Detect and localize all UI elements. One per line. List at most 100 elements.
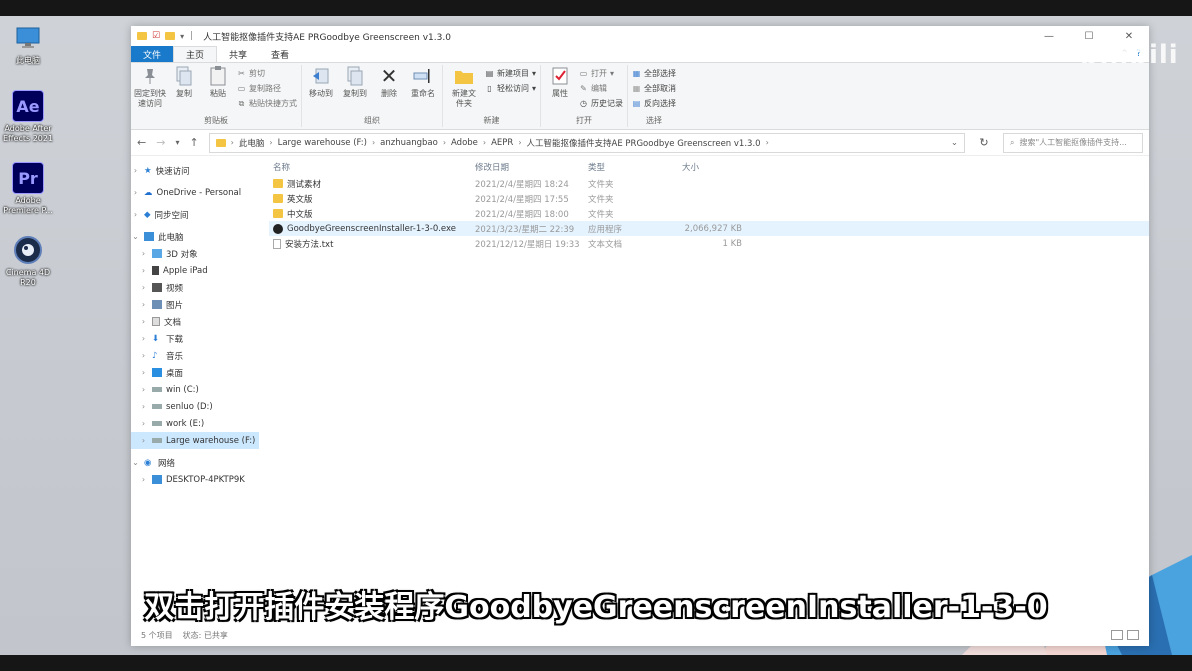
nav-item-drive-c[interactable]: › win (C:)	[131, 381, 259, 398]
breadcrumb-segment[interactable]: 此电脑	[239, 137, 265, 149]
edit-icon: ✎	[580, 84, 587, 93]
cut-button[interactable]: ✂ 剪切	[237, 67, 297, 80]
column-size[interactable]: 大小	[682, 161, 742, 173]
breadcrumb-segment[interactable]: Large warehouse (F:)	[278, 138, 367, 148]
premiere-icon: Pr	[12, 162, 44, 194]
nav-item-drive-e[interactable]: › work (E:)	[131, 415, 259, 432]
ribbon-group-open: 属性 ▭ 打开 ▾ ✎ 编辑 ◷ 历史记录 打开	[541, 65, 629, 127]
window-title: 人工智能抠像插件支持AE PRGoodbye Greenscreen v1.3.…	[203, 32, 451, 43]
open-button[interactable]: ▭ 打开 ▾	[579, 67, 623, 80]
new-item-button[interactable]: ▤ 新建项目 ▾	[485, 67, 536, 80]
breadcrumb-segment[interactable]: Adobe	[451, 138, 478, 148]
invert-selection-icon: ▤	[632, 99, 641, 108]
nav-item-onedrive[interactable]: › ☁ OneDrive - Personal	[131, 184, 259, 201]
column-headers: 名称 修改日期 类型 大小	[269, 158, 1149, 176]
file-row[interactable]: 安装方法.txt 2021/12/12/星期日 19:33 文本文档 1 KB	[269, 236, 1149, 251]
properties-button[interactable]: 属性	[545, 65, 575, 99]
forward-arrow-icon[interactable]: →	[156, 136, 165, 149]
delete-button[interactable]: ✕ 删除	[374, 65, 404, 99]
file-row[interactable]: 中文版 2021/2/4/星期四 18:00 文件夹	[269, 206, 1149, 221]
shortcut-icon: ⧉	[238, 98, 245, 108]
checkbox-icon[interactable]: ☑	[152, 31, 160, 41]
tab-share[interactable]: 共享	[217, 46, 259, 62]
history-button[interactable]: ◷ 历史记录	[579, 97, 623, 110]
nav-item-network[interactable]: ⌄ ◉ 网络	[131, 454, 259, 471]
desktop-icon-after-effects[interactable]: Ae Adobe After Effects 2021	[0, 90, 56, 144]
nav-item-network-computer[interactable]: › DESKTOP-4PKTP9K	[131, 471, 259, 488]
nav-item-sync[interactable]: › ◆ 同步空间	[131, 206, 259, 223]
properties-icon	[550, 65, 570, 87]
nav-item-quick-access[interactable]: › ★ 快速访问	[131, 162, 259, 179]
monitor-icon	[144, 232, 154, 241]
column-date[interactable]: 修改日期	[475, 161, 588, 173]
edit-button[interactable]: ✎ 编辑	[579, 82, 623, 95]
invert-selection-button[interactable]: ▤ 反向选择	[632, 97, 676, 110]
share-status: 状态: 已共享	[182, 630, 228, 640]
video-letterbox-bottom	[0, 655, 1192, 671]
tab-home[interactable]: 主页	[173, 46, 218, 62]
new-folder-icon[interactable]	[165, 32, 176, 40]
copy-button[interactable]: 复制	[169, 65, 199, 99]
after-effects-icon: Ae	[12, 90, 44, 122]
address-dropdown-icon[interactable]: ⌄	[951, 138, 958, 148]
minimize-icon[interactable]: —	[1029, 26, 1069, 46]
nav-item-apple-ipad[interactable]: › Apple iPad	[131, 262, 259, 279]
pin-quick-access-button[interactable]: 固定到快速访问	[134, 65, 166, 109]
column-type[interactable]: 类型	[588, 161, 682, 173]
folder-icon	[273, 194, 283, 203]
desktop-icon-premiere[interactable]: Pr Adobe Premiere P...	[0, 162, 56, 216]
recent-locations-icon[interactable]: ▾	[175, 138, 179, 147]
cloud-icon: ☁	[144, 187, 153, 198]
select-none-button[interactable]: ▦ 全部取消	[632, 82, 676, 95]
rename-button[interactable]: 重命名	[408, 65, 438, 99]
select-all-icon: ▦	[632, 69, 641, 78]
address-bar[interactable]: › 此电脑 › Large warehouse (F:) › anzhuangb…	[208, 132, 965, 153]
tab-file[interactable]: 文件	[131, 46, 174, 62]
file-row[interactable]: 英文版 2021/2/4/星期四 17:55 文件夹	[269, 191, 1149, 206]
drive-icon	[152, 404, 162, 409]
ribbon-group-organize: 移动到 复制到 ✕ 删除 重命名 组织	[302, 65, 443, 127]
desktop-icon-this-pc[interactable]: 此电脑	[0, 22, 56, 66]
copy-path-button[interactable]: ▭ 复制路径	[237, 82, 297, 95]
paste-shortcut-button[interactable]: ⧉ 粘贴快捷方式	[237, 97, 297, 110]
search-icon: ⌕	[1010, 137, 1015, 147]
customize-toolbar-icon[interactable]: ▾	[180, 32, 184, 41]
nav-item-videos[interactable]: › 视频	[131, 279, 259, 296]
nav-item-desktop[interactable]: › 桌面	[131, 364, 259, 381]
nav-item-3d-objects[interactable]: › 3D 对象	[131, 245, 259, 262]
back-arrow-icon[interactable]: ←	[137, 136, 146, 149]
nav-item-drive-d[interactable]: › senluo (D:)	[131, 398, 259, 415]
select-all-button[interactable]: ▦ 全部选择	[632, 67, 676, 80]
breadcrumb-segment[interactable]: anzhuangbao	[380, 138, 438, 148]
easy-access-button[interactable]: ▯ 轻松访问 ▾	[485, 82, 536, 95]
desktop: 此电脑 Ae Adobe After Effects 2021 Pr Adobe…	[0, 16, 1192, 655]
breadcrumb-segment[interactable]: 人工智能抠像插件支持AE PRGoodbye Greenscreen v1.3.…	[527, 137, 761, 149]
large-icons-view-icon[interactable]	[1127, 630, 1139, 640]
nav-item-documents[interactable]: › 文档	[131, 313, 259, 330]
desktop-icon-cinema4d[interactable]: Cinema 4D R20	[0, 234, 56, 288]
file-row[interactable]: 测试素材 2021/2/4/星期四 18:24 文件夹	[269, 176, 1149, 191]
nav-item-pictures[interactable]: › 图片	[131, 296, 259, 313]
ribbon-group-label: 打开	[576, 116, 593, 125]
refresh-icon[interactable]: ↻	[975, 136, 993, 149]
tab-view[interactable]: 查看	[259, 46, 301, 62]
new-folder-button[interactable]: 新建文件夹	[447, 65, 481, 109]
desktop-icon	[152, 368, 162, 377]
desktop-icon-label: Adobe After Effects 2021	[2, 124, 54, 143]
move-to-button[interactable]: 移动到	[306, 65, 336, 99]
search-input[interactable]: ⌕ 搜索"人工智能抠像插件支持...	[1003, 132, 1143, 153]
drive-icon	[152, 421, 162, 426]
nav-item-this-pc[interactable]: ⌄ 此电脑	[131, 228, 259, 245]
nav-item-drive-f[interactable]: › Large warehouse (F:)	[131, 432, 259, 449]
paste-button[interactable]: 粘贴	[203, 65, 233, 99]
file-row[interactable]: GoodbyeGreenscreenInstaller-1-3-0.exe 20…	[269, 221, 1149, 236]
nav-item-downloads[interactable]: › ⬇ 下载	[131, 330, 259, 347]
details-view-icon[interactable]	[1111, 630, 1123, 640]
copy-to-button[interactable]: 复制到	[340, 65, 370, 99]
nav-item-music[interactable]: › ♪ 音乐	[131, 347, 259, 364]
breadcrumb-segment[interactable]: AEPR	[491, 138, 513, 148]
up-arrow-icon[interactable]: ↑	[189, 136, 198, 149]
new-item-icon: ▤	[485, 69, 494, 78]
ribbon-group-label: 新建	[483, 116, 500, 125]
column-name[interactable]: 名称	[269, 161, 475, 173]
